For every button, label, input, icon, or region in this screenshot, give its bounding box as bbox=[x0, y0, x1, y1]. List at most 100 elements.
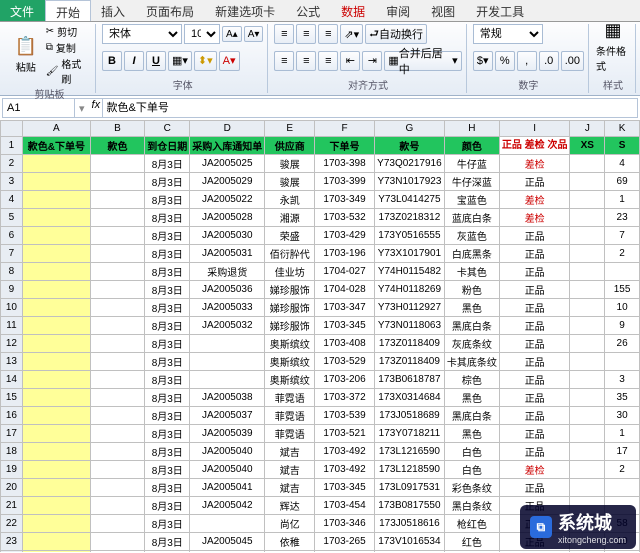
header-cell[interactable]: 供应商 bbox=[265, 137, 315, 155]
cell[interactable]: 1 bbox=[605, 425, 640, 443]
cell[interactable]: 斌吉 bbox=[265, 443, 315, 461]
cell[interactable]: 173L1216590 bbox=[374, 443, 444, 461]
cell[interactable]: 8月3日 bbox=[145, 479, 190, 497]
cell[interactable] bbox=[90, 389, 144, 407]
cell[interactable]: 依稚 bbox=[265, 551, 315, 553]
cell[interactable]: JA2005025 bbox=[190, 155, 265, 173]
align-center-icon[interactable]: ≡ bbox=[296, 51, 316, 71]
cell[interactable]: 8月3日 bbox=[145, 299, 190, 317]
cell[interactable]: 173L0917531 bbox=[374, 479, 444, 497]
tab-审阅[interactable]: 审阅 bbox=[376, 0, 421, 21]
cell[interactable]: 35 bbox=[605, 389, 640, 407]
format-painter-button[interactable]: 🖌格式刷 bbox=[46, 56, 91, 86]
cell[interactable]: 1 bbox=[605, 191, 640, 209]
cell[interactable] bbox=[90, 281, 144, 299]
cell[interactable]: 1703-349 bbox=[315, 191, 375, 209]
cell[interactable]: 正品 bbox=[499, 281, 570, 299]
cell[interactable]: 黑色 bbox=[444, 389, 499, 407]
cell[interactable] bbox=[570, 443, 605, 461]
tab-新建选项卡[interactable]: 新建选项卡 bbox=[205, 0, 286, 21]
cell[interactable] bbox=[90, 551, 144, 553]
cell[interactable] bbox=[570, 155, 605, 173]
cell[interactable] bbox=[90, 245, 144, 263]
cell[interactable] bbox=[22, 299, 90, 317]
cell[interactable]: 辉达 bbox=[265, 497, 315, 515]
conditional-format-button[interactable]: ▦条件格式 bbox=[595, 24, 631, 68]
cell[interactable]: 8月3日 bbox=[145, 245, 190, 263]
cell[interactable]: 7 bbox=[605, 227, 640, 245]
paste-button[interactable]: 📋粘贴 bbox=[8, 33, 44, 77]
cell[interactable]: 8月3日 bbox=[145, 227, 190, 245]
cell[interactable]: 1703-345 bbox=[315, 479, 375, 497]
row-header-19[interactable]: 19 bbox=[1, 461, 23, 479]
cell[interactable] bbox=[190, 515, 265, 533]
currency-icon[interactable]: $▾ bbox=[473, 51, 493, 71]
cell[interactable]: 1703-398 bbox=[315, 155, 375, 173]
cell[interactable] bbox=[570, 191, 605, 209]
underline-button[interactable]: U bbox=[146, 51, 166, 71]
cell[interactable]: 正品 bbox=[499, 425, 570, 443]
cell[interactable]: JA2005036 bbox=[190, 281, 265, 299]
cell[interactable]: 奥斯缤纹 bbox=[265, 353, 315, 371]
cell[interactable]: Y73L0414275 bbox=[374, 191, 444, 209]
tab-视图[interactable]: 视图 bbox=[421, 0, 466, 21]
cell[interactable]: 正品 bbox=[499, 299, 570, 317]
cell[interactable]: 8月3日 bbox=[145, 389, 190, 407]
row-header-17[interactable]: 17 bbox=[1, 425, 23, 443]
dropdown-icon[interactable]: ▾ bbox=[79, 102, 85, 115]
cell[interactable]: 173V1016534 bbox=[374, 533, 444, 551]
cell[interactable]: 8月3日 bbox=[145, 515, 190, 533]
cell[interactable]: 骏展 bbox=[265, 155, 315, 173]
percent-icon[interactable]: % bbox=[495, 51, 515, 71]
font-color-button[interactable]: A▾ bbox=[219, 51, 240, 71]
fx-icon[interactable]: fx bbox=[89, 99, 103, 117]
row-header-4[interactable]: 4 bbox=[1, 191, 23, 209]
cell[interactable]: 173Y0516555 bbox=[374, 227, 444, 245]
cell[interactable] bbox=[570, 353, 605, 371]
header-cell[interactable]: S bbox=[605, 137, 640, 155]
cell[interactable]: 永凯 bbox=[265, 191, 315, 209]
cell[interactable]: Y74H0118269 bbox=[374, 281, 444, 299]
copy-button[interactable]: ⧉复制 bbox=[46, 40, 91, 55]
row-header-11[interactable]: 11 bbox=[1, 317, 23, 335]
align-right-icon[interactable]: ≡ bbox=[318, 51, 338, 71]
cell[interactable]: 173V1018570 bbox=[374, 551, 444, 553]
cell[interactable] bbox=[90, 317, 144, 335]
header-cell[interactable]: 采购入库通知单 bbox=[190, 137, 265, 155]
row-header-10[interactable]: 10 bbox=[1, 299, 23, 317]
cell[interactable]: 8月3日 bbox=[145, 155, 190, 173]
cell[interactable]: 173X0314684 bbox=[374, 389, 444, 407]
header-cell[interactable]: XS bbox=[570, 137, 605, 155]
cut-button[interactable]: ✂剪切 bbox=[46, 24, 91, 39]
orientation-icon[interactable]: ⇗▾ bbox=[340, 24, 363, 44]
row-header-8[interactable]: 8 bbox=[1, 263, 23, 281]
col-header-C[interactable]: C bbox=[145, 121, 190, 137]
cell[interactable]: 白色 bbox=[444, 461, 499, 479]
cell[interactable]: 黑色 bbox=[444, 299, 499, 317]
cell[interactable]: 菲霓语 bbox=[265, 407, 315, 425]
cell[interactable]: 湘源 bbox=[265, 209, 315, 227]
cell[interactable]: Y74H0115482 bbox=[374, 263, 444, 281]
cell[interactable]: 正品 bbox=[499, 335, 570, 353]
cell[interactable]: 骏展 bbox=[265, 173, 315, 191]
cell[interactable] bbox=[22, 173, 90, 191]
tab-file[interactable]: 文件 bbox=[0, 0, 45, 21]
cell[interactable] bbox=[570, 389, 605, 407]
cell[interactable]: 娣珍服饰 bbox=[265, 299, 315, 317]
cell[interactable] bbox=[22, 155, 90, 173]
cell[interactable] bbox=[570, 299, 605, 317]
cell[interactable]: 9 bbox=[605, 317, 640, 335]
cell[interactable]: 1703-492 bbox=[315, 461, 375, 479]
cell[interactable] bbox=[90, 227, 144, 245]
cell[interactable]: 1703-196 bbox=[315, 245, 375, 263]
cell[interactable]: 荣盛 bbox=[265, 227, 315, 245]
cell[interactable]: 卡其色 bbox=[444, 263, 499, 281]
font-size-select[interactable]: 10 bbox=[184, 24, 220, 44]
cell[interactable]: 173J0518616 bbox=[374, 515, 444, 533]
cell[interactable]: 1703-521 bbox=[315, 425, 375, 443]
cell[interactable]: JA2005045 bbox=[190, 533, 265, 551]
cell[interactable] bbox=[22, 497, 90, 515]
cell[interactable] bbox=[22, 389, 90, 407]
cell[interactable]: 奥斯缤纹 bbox=[265, 371, 315, 389]
cell[interactable]: JA2005042 bbox=[190, 497, 265, 515]
